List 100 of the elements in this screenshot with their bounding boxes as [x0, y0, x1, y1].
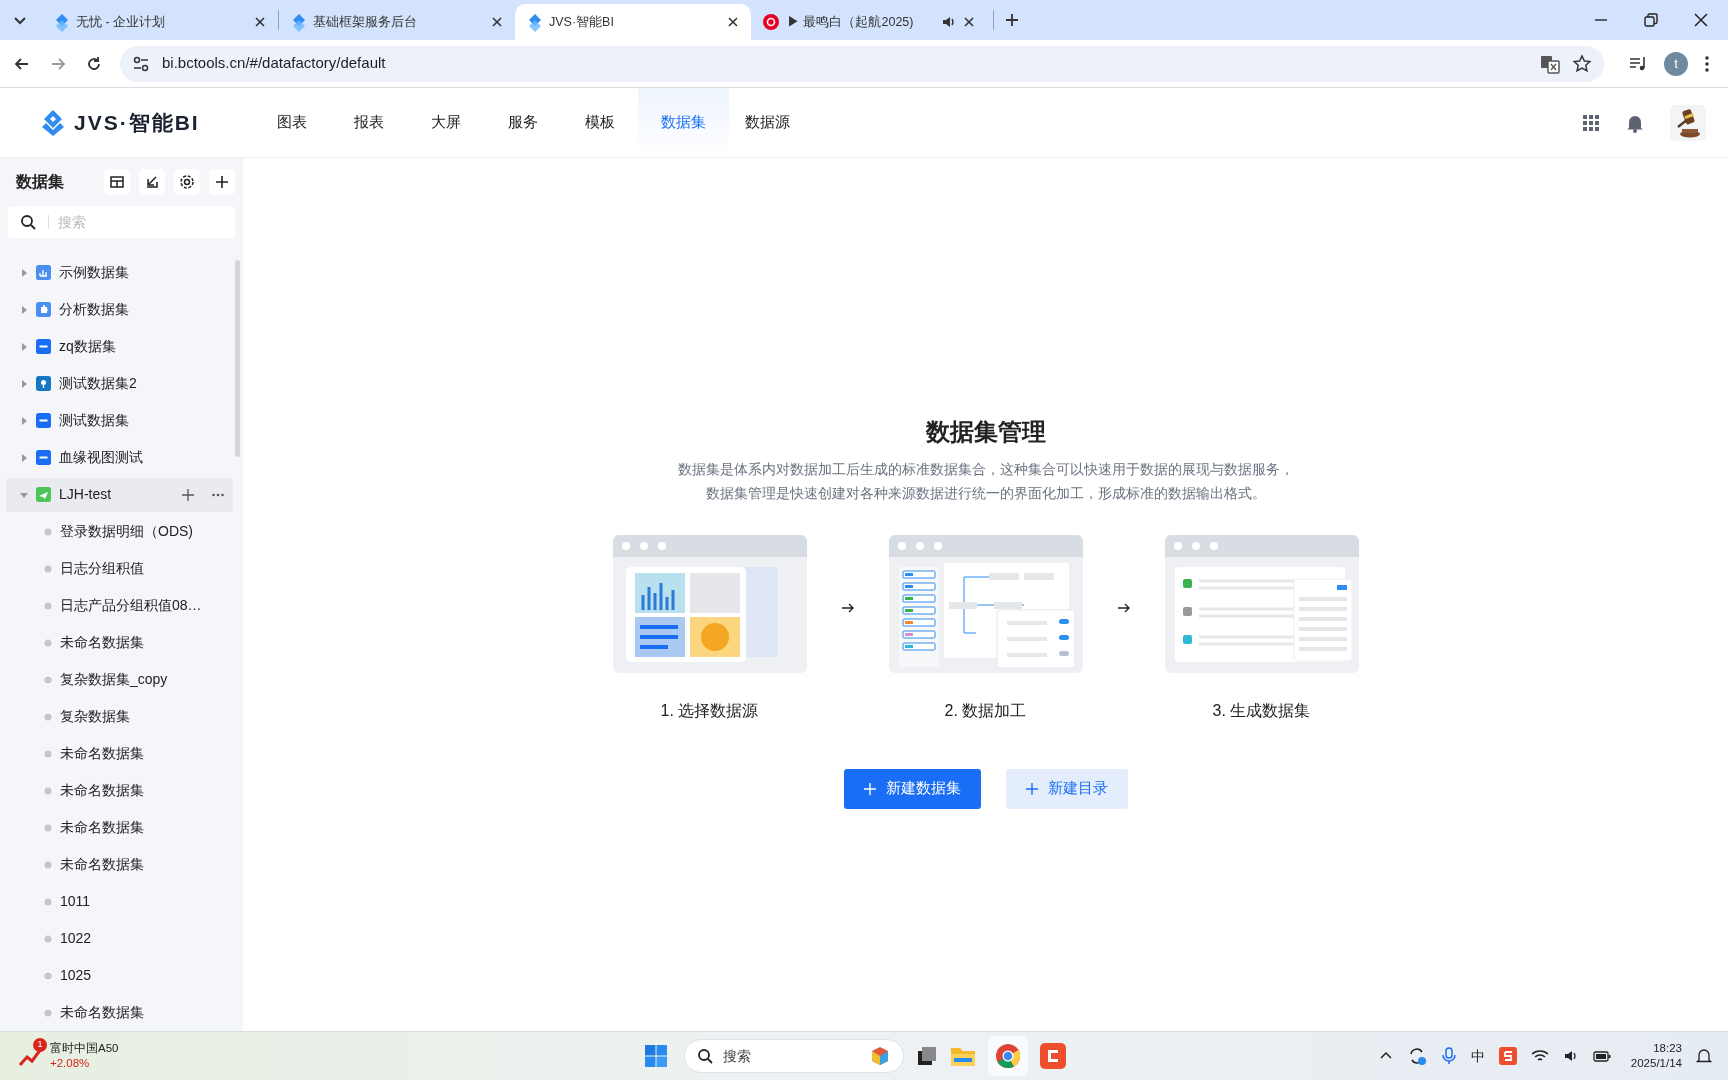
close-icon[interactable]: [963, 16, 975, 28]
site-logo-icon: [291, 12, 305, 32]
tree-item[interactable]: 未命名数据集: [6, 773, 233, 808]
tree-folder-row[interactable]: 血缘视图测试: [6, 440, 233, 475]
site-logo-icon: [54, 12, 68, 32]
tree-folder-row[interactable]: 分析数据集: [6, 292, 233, 327]
close-icon[interactable]: [491, 16, 503, 28]
tab-title: 基础框架服务后台: [313, 13, 418, 31]
caret-icon: [20, 453, 28, 462]
task-view-icon[interactable]: [916, 1045, 938, 1067]
tree-item[interactable]: 未命名数据集: [6, 736, 233, 771]
speaker-icon: [941, 15, 955, 29]
profile-avatar[interactable]: t: [1664, 51, 1688, 76]
app-icon[interactable]: [1040, 1043, 1066, 1069]
bullet-icon: [44, 860, 52, 869]
tree-item[interactable]: 登录数据明细（ODS): [6, 514, 233, 549]
tree-item[interactable]: 未命名数据集: [6, 995, 233, 1030]
settings-button[interactable]: [174, 169, 200, 195]
tree-item[interactable]: 复杂数据集: [6, 699, 233, 734]
wifi-icon[interactable]: [1530, 1048, 1549, 1064]
plus-icon: [1025, 782, 1038, 795]
tree-item[interactable]: 日志分组积值: [6, 551, 233, 586]
tree-folder-row[interactable]: 测试数据集: [6, 403, 233, 438]
taskbar-search-field[interactable]: 搜索: [684, 1039, 904, 1073]
add-button[interactable]: [209, 169, 235, 195]
tree-item[interactable]: 1025: [6, 958, 233, 993]
close-icon[interactable]: [727, 16, 739, 28]
bullet-icon: [44, 823, 52, 832]
step-label: 2. 数据加工: [944, 700, 1027, 721]
address-bar[interactable]: bi.bctools.cn/#/datafactory/default: [120, 45, 1604, 82]
restore-icon[interactable]: [1644, 13, 1658, 27]
input-app-icon[interactable]: [1498, 1047, 1517, 1065]
bullet-icon: [44, 601, 52, 610]
nav-tab[interactable]: 模板: [561, 88, 638, 157]
tree-item[interactable]: 1011: [6, 884, 233, 919]
clock-time: 18:23: [1653, 1041, 1682, 1056]
tree-item[interactable]: 未命名数据集: [6, 847, 233, 882]
app-logo-text: JVS·智能BI: [74, 109, 200, 136]
tree-folder-row[interactable]: LJH-test: [6, 477, 233, 512]
nav-tab[interactable]: 图表: [253, 88, 330, 157]
search-icon: [697, 1048, 713, 1064]
tree-folder-row[interactable]: zq数据集: [6, 329, 233, 364]
description-text: 数据集管理是快速创建对各种来源数据进行统一的界面化加工，形成标准的数据输出格式。: [705, 485, 1266, 504]
caret-icon: [20, 268, 28, 277]
windows-start-icon[interactable]: [644, 1044, 668, 1068]
table-button[interactable]: [104, 169, 130, 195]
battery-icon[interactable]: [1592, 1049, 1611, 1063]
tree-folder-row[interactable]: 测试数据集2: [6, 366, 233, 401]
tree-item[interactable]: 复杂数据集_copy: [6, 662, 233, 697]
notification-badge: 1: [33, 1038, 47, 1052]
caret-icon: [20, 305, 28, 314]
speaker-icon[interactable]: [1562, 1048, 1579, 1064]
cube-icon: [869, 1045, 891, 1067]
translate-icon[interactable]: [1540, 53, 1560, 74]
apps-grid-icon[interactable]: [1582, 113, 1600, 132]
tree-item[interactable]: 未命名数据集: [6, 625, 233, 660]
new-dataset-button[interactable]: 新建数据集: [843, 768, 981, 809]
bullet-icon: [44, 934, 52, 943]
microphone-icon[interactable]: [1440, 1047, 1457, 1065]
nav-tab[interactable]: 服务: [484, 88, 561, 157]
gavel-avatar-icon[interactable]: [1670, 104, 1706, 141]
search-field[interactable]: 搜索: [8, 206, 235, 238]
new-folder-button[interactable]: 新建目录: [1005, 768, 1128, 809]
input-method-indicator[interactable]: 中: [1470, 1045, 1485, 1067]
tree-item[interactable]: 日志产品分组积值08…: [6, 588, 233, 623]
tab-title: 无忧 - 企业计划: [76, 13, 167, 31]
notification-icon[interactable]: [1696, 1048, 1712, 1064]
more-icon[interactable]: [1704, 53, 1710, 74]
star-icon[interactable]: [1572, 53, 1592, 74]
bullet-icon: [44, 564, 52, 573]
caret-icon: [20, 416, 28, 425]
bullet-icon: [44, 675, 52, 684]
stock-name: 富时中国A50: [50, 1041, 119, 1056]
nav-tab[interactable]: 大屏: [407, 88, 484, 157]
site-info-icon[interactable]: [132, 54, 150, 73]
clock-date: 2025/1/14: [1630, 1056, 1682, 1071]
tree-item[interactable]: 1022: [6, 921, 233, 956]
scrollbar[interactable]: [235, 260, 240, 457]
nav-tab[interactable]: 报表: [330, 88, 407, 157]
bullet-icon: [44, 749, 52, 758]
browser-app-icon[interactable]: [995, 1043, 1021, 1069]
bullet-icon: [44, 712, 52, 721]
import-button[interactable]: [139, 169, 165, 195]
bullet-icon: [44, 897, 52, 906]
browser-tab[interactable]: 基础框架服务后台: [279, 4, 515, 40]
close-icon[interactable]: [254, 16, 266, 28]
nav-tab[interactable]: 数据源: [729, 88, 806, 157]
bullet-icon: [44, 638, 52, 647]
bullet-icon: [44, 971, 52, 980]
caret-icon: [20, 379, 28, 388]
tree-folder-row[interactable]: 示例数据集: [6, 255, 233, 290]
add-icon[interactable]: [181, 487, 195, 502]
new-tab-icon[interactable]: [1004, 12, 1020, 28]
step-label: 1. 选择数据源: [660, 700, 759, 721]
close-icon[interactable]: [1694, 13, 1708, 27]
browser-tab[interactable]: ▶ 最鸣白（起航2025): [751, 4, 987, 40]
tree-item[interactable]: 未命名数据集: [6, 810, 233, 845]
settings-icon: [178, 173, 196, 191]
browser-tab[interactable]: 无忧 - 企业计划: [42, 4, 278, 40]
browser-tab[interactable]: JVS·智能BI: [515, 4, 751, 40]
